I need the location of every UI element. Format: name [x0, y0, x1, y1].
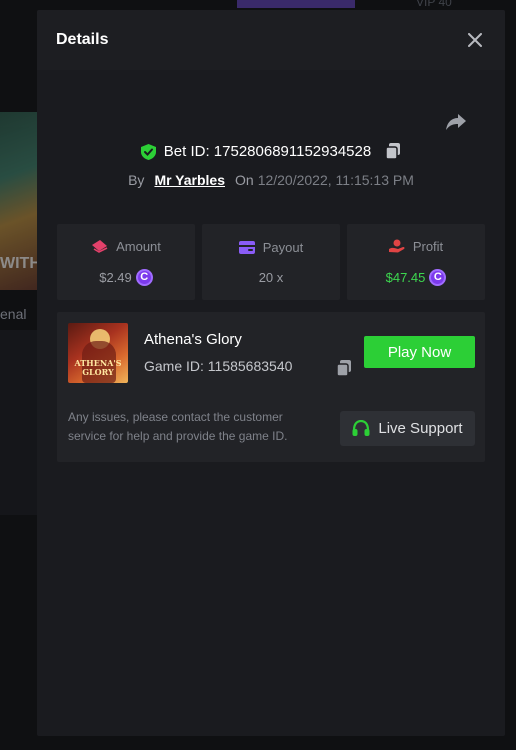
background-panel: [0, 330, 37, 515]
copy-icon: [336, 360, 351, 377]
live-support-label: Live Support: [378, 420, 463, 437]
copy-icon: [385, 143, 401, 160]
bet-meta-row: By Mr Yarbles On 12/20/2022, 11:15:13 PM: [37, 172, 505, 188]
copy-bet-id-button[interactable]: [385, 143, 401, 160]
by-label: By: [128, 172, 145, 188]
close-icon: [468, 33, 482, 47]
play-now-button[interactable]: Play Now: [364, 336, 475, 368]
modal-header: Details: [37, 10, 505, 70]
user-link[interactable]: Mr Yarbles: [154, 172, 225, 188]
stat-amount: Amount $2.49 C: [57, 224, 195, 300]
background-vip-label: VIP 40: [416, 0, 452, 9]
payout-value: 20 x: [258, 269, 284, 285]
profit-value: $47.45: [385, 269, 426, 285]
payout-label: Payout: [262, 239, 304, 255]
background-game-thumbnail: WITH KEN: [0, 112, 37, 290]
verified-shield-icon: [140, 143, 156, 160]
background-label: enal: [0, 306, 27, 322]
game-name: Athena's Glory: [144, 331, 242, 348]
details-modal: Details Bet ID: 1752806891152934528 By M…: [37, 10, 505, 736]
on-label: On: [235, 172, 254, 188]
share-icon: [446, 114, 466, 130]
game-thumbnail[interactable]: ATHENA'S GLORY: [68, 323, 128, 383]
support-notice: Any issues, please contact the customer …: [68, 410, 288, 443]
stat-payout: Payout 20 x: [202, 224, 340, 300]
amount-value: $2.49: [99, 269, 132, 285]
game-id: Game ID: 11585683540: [144, 358, 293, 374]
live-support-button[interactable]: Live Support: [340, 411, 475, 446]
headset-icon: [352, 420, 370, 436]
bet-stats: Amount $2.49 C Payout 20 x Profit $47.45…: [57, 224, 485, 300]
amount-icon: [92, 240, 108, 253]
stat-profit: Profit $47.45 C: [347, 224, 485, 300]
wallet-icon: [238, 240, 255, 254]
bet-id: Bet ID: 1752806891152934528: [163, 143, 372, 160]
modal-title: Details: [56, 31, 109, 48]
background-thumbnail-text: WITH KEN: [0, 255, 37, 272]
bet-date: 12/20/2022, 11:15:13 PM: [257, 172, 414, 188]
game-card: ATHENA'S GLORY Athena's Glory Game ID: 1…: [57, 312, 485, 462]
copy-game-id-button[interactable]: [336, 360, 352, 382]
share-button[interactable]: [445, 110, 467, 132]
background-tile: [237, 0, 355, 8]
profit-hand-icon: [388, 239, 405, 253]
coin-icon: C: [135, 268, 153, 286]
game-thumbnail-title: ATHENA'S GLORY: [74, 358, 122, 377]
amount-label: Amount: [116, 238, 161, 254]
coin-icon: C: [429, 268, 447, 286]
close-button[interactable]: [465, 30, 485, 50]
profit-label: Profit: [412, 238, 444, 254]
bet-id-row: Bet ID: 1752806891152934528: [37, 143, 505, 160]
